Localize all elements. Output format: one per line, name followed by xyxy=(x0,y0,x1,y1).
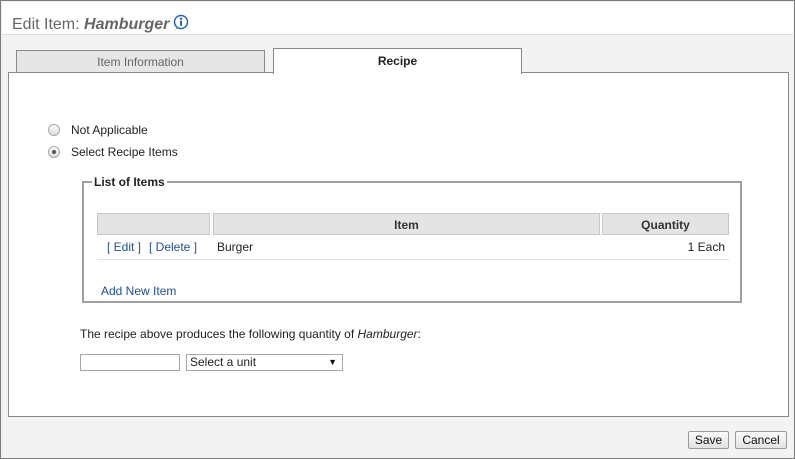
dropdown-arrow-icon: ▼ xyxy=(328,357,337,367)
tab-recipe[interactable]: Recipe xyxy=(273,48,522,74)
page-title: Edit Item: Hamburger xyxy=(12,14,189,34)
not-applicable-label: Not Applicable xyxy=(71,123,148,137)
produces-text: The recipe above produces the following … xyxy=(80,327,421,341)
items-table: Item Quantity [ Edit ] [ Delete ] Burger… xyxy=(97,213,729,260)
produces-label: The recipe above produces the following … xyxy=(80,327,358,341)
recipe-quantity-input[interactable] xyxy=(80,354,180,371)
select-recipe-items-radio[interactable] xyxy=(48,146,60,158)
header-actions xyxy=(97,213,210,235)
row-item: Burger xyxy=(217,240,254,254)
cancel-button[interactable]: Cancel xyxy=(735,431,787,449)
edit-item-window: Edit Item: Hamburger Item Information Re… xyxy=(0,0,795,459)
delete-link[interactable]: [ Delete ] xyxy=(149,235,197,259)
add-new-item-link[interactable]: Add New Item xyxy=(101,284,176,298)
tab-item-information[interactable]: Item Information xyxy=(16,50,265,74)
select-recipe-items-label: Select Recipe Items xyxy=(71,145,178,159)
list-of-items-legend: List of Items xyxy=(94,175,165,189)
not-applicable-radio[interactable] xyxy=(48,124,60,136)
save-button[interactable]: Save xyxy=(688,431,729,449)
table-row: [ Edit ] [ Delete ] Burger 1 Each xyxy=(97,235,729,260)
title-item-name: Hamburger xyxy=(84,16,170,33)
title-prefix: Edit Item: xyxy=(12,16,85,33)
info-icon[interactable] xyxy=(173,14,189,30)
tab-bar: Item Information Recipe xyxy=(1,48,794,74)
produces-suffix: : xyxy=(417,327,421,341)
row-quantity: 1 Each xyxy=(687,240,725,254)
option-select-recipe-items[interactable]: Select Recipe Items xyxy=(48,144,178,160)
option-not-applicable[interactable]: Not Applicable xyxy=(48,122,148,138)
table-header: Item Quantity xyxy=(97,213,729,235)
recipe-panel: Not Applicable Select Recipe Items List … xyxy=(8,72,789,417)
produces-item-name: Hamburger xyxy=(357,327,418,341)
title-bar: Edit Item: Hamburger xyxy=(2,2,793,35)
unit-select-value: Select a unit xyxy=(190,355,257,369)
unit-select[interactable]: Select a unit ▼ xyxy=(186,354,343,371)
list-of-items-group: List of Items Item Quantity [ Edit ] [ D… xyxy=(82,175,742,303)
edit-link[interactable]: [ Edit ] xyxy=(107,235,141,259)
header-quantity: Quantity xyxy=(602,213,729,235)
header-item: Item xyxy=(213,213,600,235)
